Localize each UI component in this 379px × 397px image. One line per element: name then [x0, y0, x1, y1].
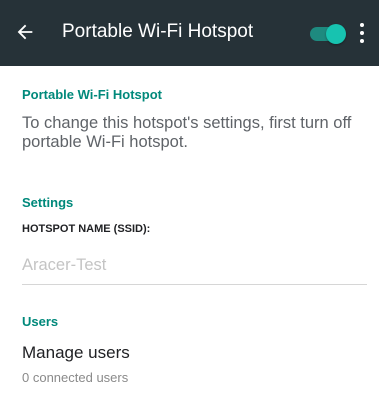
settings-section-heading: Settings [22, 195, 74, 210]
app-bar: Portable Wi-Fi Hotspot [0, 0, 379, 66]
users-section-heading: Users [22, 314, 59, 329]
toggle-thumb [326, 24, 346, 44]
manage-users-label: Manage users [22, 343, 130, 362]
ssid-field[interactable] [22, 255, 367, 285]
hotspot-section-heading: Portable Wi-Fi Hotspot [22, 87, 162, 102]
hotspot-toggle[interactable] [306, 24, 346, 44]
back-arrow-icon[interactable] [12, 19, 38, 45]
ssid-label: HOTSPOT NAME (SSID): [22, 223, 151, 235]
hotspot-settings-message: To change this hotspot's settings, first… [22, 114, 352, 151]
connected-users-count: 0 connected users [22, 370, 129, 385]
more-vert-icon[interactable] [354, 22, 370, 44]
app-bar-title: Portable Wi-Fi Hotspot [62, 21, 254, 42]
